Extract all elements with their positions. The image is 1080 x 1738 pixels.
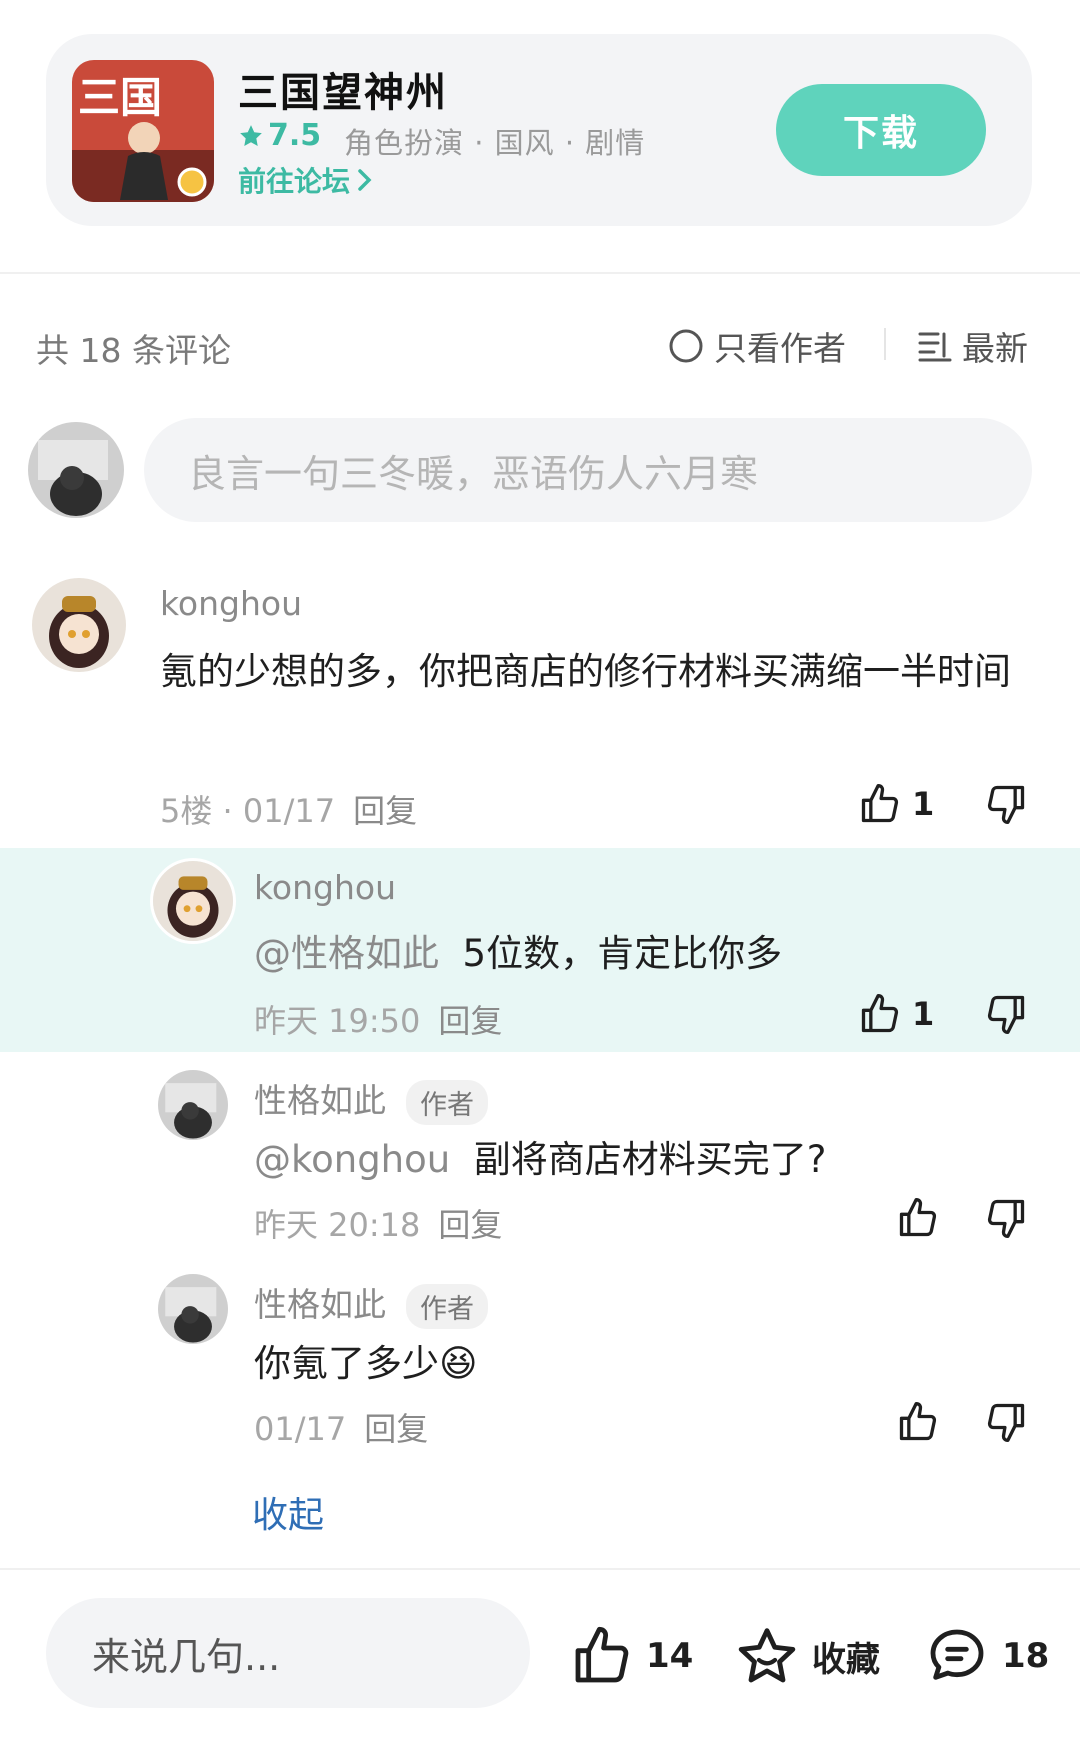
avatar[interactable]: [150, 858, 236, 944]
reply-username-row: 性格如此 作者: [254, 1278, 488, 1329]
reply-username[interactable]: 性格如此: [254, 1081, 386, 1120]
current-user-avatar[interactable]: [28, 422, 124, 518]
reply-time: 昨天 19:50: [254, 1002, 421, 1040]
dislike-button[interactable]: [984, 1400, 1028, 1444]
avatar[interactable]: [158, 1070, 228, 1140]
like-button[interactable]: [896, 1196, 940, 1240]
game-app-icon[interactable]: 三国: [72, 60, 214, 202]
comment-bubble-icon: [930, 1629, 984, 1680]
reply-body: 你氪了多少: [254, 1342, 439, 1385]
header-separator: [884, 328, 886, 360]
author-only-toggle[interactable]: 只看作者: [668, 322, 846, 370]
author-badge: 作者: [406, 1080, 488, 1125]
thumb-down-icon: [987, 785, 1025, 824]
reply-time: 昨天 20:18: [254, 1206, 421, 1244]
reply-button[interactable]: 回复: [364, 1410, 428, 1448]
comment-input[interactable]: 良言一句三冬暖，恶语伤人六月寒: [144, 418, 1032, 522]
reply-button[interactable]: 回复: [438, 1002, 502, 1040]
comment-input-placeholder: 良言一句三冬暖，恶语伤人六月寒: [188, 451, 759, 496]
download-button[interactable]: 下载: [776, 84, 986, 176]
reply-meta: 昨天 19:50 回复: [254, 996, 502, 1042]
author-badge: 作者: [406, 1284, 488, 1329]
like-button[interactable]: [896, 1400, 940, 1444]
reply-text: @konghou 副将商店材料买完了?: [254, 1128, 826, 1192]
sort-label: 最新: [962, 329, 1028, 368]
dislike-button[interactable]: [984, 992, 1028, 1036]
reply-meta: 01/17 回复: [254, 1404, 428, 1450]
thumb-up-icon: [861, 994, 899, 1033]
comments-button[interactable]: 18: [924, 1624, 1049, 1688]
star-outline-icon: [738, 1628, 796, 1683]
game-tags: 角色扮演 · 国风 · 剧情: [344, 126, 646, 160]
bottom-input-placeholder: 来说几句...: [92, 1634, 281, 1679]
thumb-up-icon: [899, 1198, 937, 1237]
avatar[interactable]: [158, 1274, 228, 1344]
reply-body: 副将商店材料买完了?: [473, 1138, 827, 1181]
dislike-button[interactable]: [984, 782, 1028, 826]
like-count: 1: [912, 995, 935, 1033]
reply-username-row: 性格如此 作者: [254, 1074, 488, 1125]
post-like-button[interactable]: 14: [570, 1624, 693, 1688]
bottom-comment-input[interactable]: 来说几句...: [46, 1598, 530, 1708]
game-title[interactable]: 三国望神州: [238, 60, 448, 118]
reply-time: 01/17: [254, 1410, 347, 1448]
dislike-button[interactable]: [984, 1196, 1028, 1240]
reply-button[interactable]: 回复: [438, 1206, 502, 1244]
mention[interactable]: @性格如此: [254, 932, 439, 975]
divider: [0, 272, 1080, 274]
game-rating: 7.5: [238, 118, 321, 153]
game-icon-logo-text: 三国: [78, 73, 163, 122]
reply-text: 你氪了多少😆: [254, 1332, 478, 1396]
reply-username[interactable]: 性格如此: [254, 1285, 386, 1324]
reply-meta: 昨天 20:18 回复: [254, 1200, 502, 1246]
like-count: 1: [912, 785, 935, 823]
chevron-right-icon: [358, 169, 372, 191]
like-button[interactable]: 1: [858, 992, 934, 1036]
reply-text: @性格如此 5位数，肯定比你多: [254, 922, 782, 986]
mention[interactable]: @konghou: [254, 1138, 450, 1181]
reply-button[interactable]: 回复: [353, 792, 417, 830]
sort-list-icon: [918, 332, 952, 362]
comment-total-count: 18: [1002, 1636, 1050, 1676]
like-button[interactable]: 1: [858, 782, 934, 826]
post-like-count: 14: [646, 1636, 694, 1676]
thumb-down-icon: [987, 995, 1025, 1034]
rating-value: 7.5: [268, 118, 322, 153]
smile-emoji-icon: 😆: [439, 1342, 478, 1385]
comment-username[interactable]: konghou: [160, 584, 302, 623]
thumb-up-icon: [861, 784, 899, 823]
star-icon: [240, 124, 262, 146]
author-only-label: 只看作者: [714, 329, 846, 368]
circle-radio-icon: [669, 329, 703, 363]
favorite-button[interactable]: 收藏: [734, 1624, 880, 1688]
sort-toggle[interactable]: 最新: [918, 322, 1028, 370]
avatar[interactable]: [32, 578, 126, 672]
favorite-label: 收藏: [812, 1639, 880, 1680]
comment-floor-date: 5楼 · 01/17: [160, 792, 336, 830]
collapse-replies-button[interactable]: 收起: [252, 1486, 324, 1538]
comment-text: 氪的少想的多，你把商店的修行材料买满缩一半时间: [160, 650, 1011, 693]
thumb-down-icon: [987, 1403, 1025, 1442]
reply-body: 5位数，肯定比你多: [462, 932, 783, 975]
comment-meta: 5楼 · 01/17 回复: [160, 786, 417, 832]
thumb-up-icon: [575, 1626, 629, 1683]
reply-username[interactable]: konghou: [254, 868, 396, 907]
thumb-up-icon: [899, 1402, 937, 1441]
thumb-down-icon: [987, 1199, 1025, 1238]
forum-link[interactable]: 前往论坛: [238, 160, 374, 200]
comment-count: 共 18 条评论: [36, 331, 231, 370]
forum-link-label: 前往论坛: [238, 165, 351, 198]
divider: [0, 1568, 1080, 1570]
